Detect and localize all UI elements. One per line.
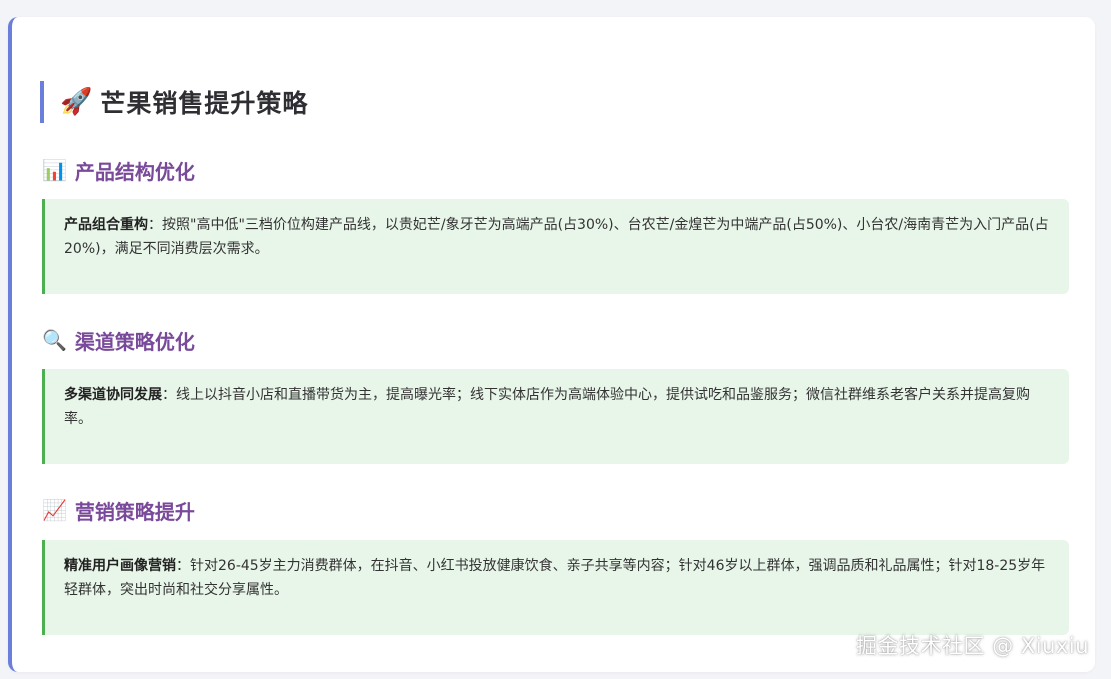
content-card: 🚀 芒果销售提升策略 📊 产品结构优化 产品组合重构：按照"高中低"三档价位构建… <box>8 17 1095 672</box>
trend-chart-icon: 📈 <box>42 498 67 522</box>
strategy-text: ：线上以抖音小店和直播带货为主，提高曝光率；线下实体店作为高端体验中心，提供试吃… <box>64 387 1030 427</box>
bar-chart-icon: 📊 <box>42 158 67 182</box>
strategy-text: ：按照"高中低"三档价位构建产品线，以贵妃芒/象牙芒为高端产品(占30%)、台农… <box>64 217 1049 257</box>
section-title-channel: 🔍 渠道策略优化 <box>42 325 195 355</box>
strategy-heading: 精准用户画像营销 <box>64 558 176 574</box>
watermark: 掘金技术社区 @ Xiuxiu <box>856 634 1089 658</box>
section-title-text: 营销策略提升 <box>74 499 195 524</box>
magnifier-icon: 🔍 <box>42 328 67 352</box>
section-title-product: 📊 产品结构优化 <box>42 155 195 185</box>
strategy-text: ：针对26-45岁主力消费群体，在抖音、小红书投放健康饮食、亲子共享等内容；针对… <box>64 558 1046 598</box>
page-title-text: 芒果销售提升策略 <box>100 89 309 118</box>
section-title-text: 渠道策略优化 <box>74 329 195 354</box>
strategy-box-channel: 多渠道协同发展：线上以抖音小店和直播带货为主，提高曝光率；线下实体店作为高端体验… <box>42 369 1069 464</box>
page-title: 🚀 芒果销售提升策略 <box>40 81 640 123</box>
strategy-heading: 多渠道协同发展 <box>64 387 162 403</box>
section-title-text: 产品结构优化 <box>74 159 195 184</box>
strategy-heading: 产品组合重构 <box>64 217 148 233</box>
strategy-box-product: 产品组合重构：按照"高中低"三档价位构建产品线，以贵妃芒/象牙芒为高端产品(占3… <box>42 199 1069 294</box>
strategy-box-marketing: 精准用户画像营销：针对26-45岁主力消费群体，在抖音、小红书投放健康饮食、亲子… <box>42 540 1069 635</box>
rocket-icon: 🚀 <box>60 87 93 117</box>
section-title-marketing: 📈 营销策略提升 <box>42 495 195 525</box>
